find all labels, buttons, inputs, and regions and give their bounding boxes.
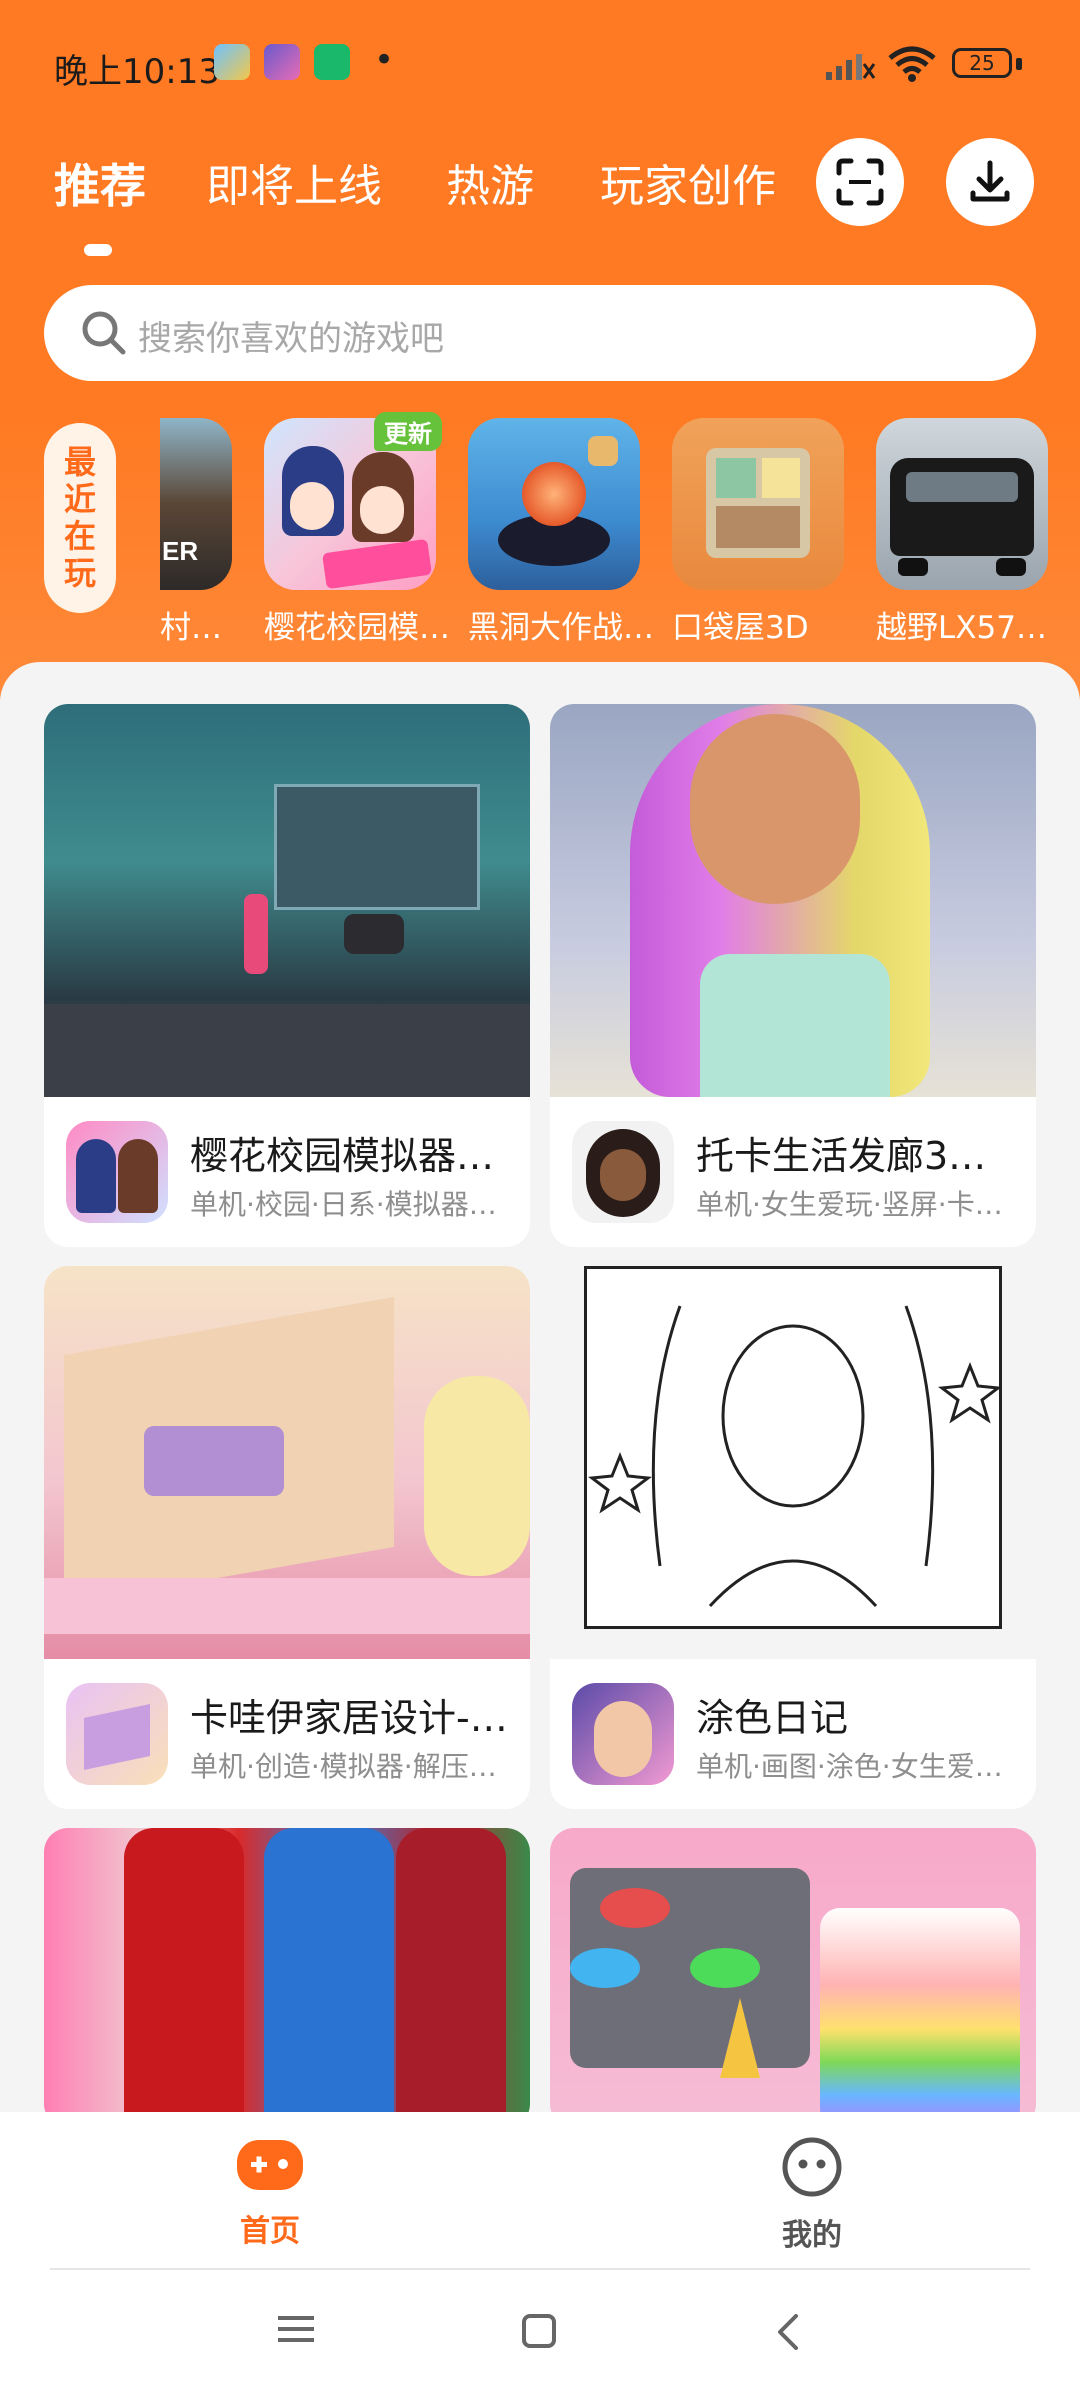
notification-app-icon	[214, 44, 250, 80]
game-card-image	[550, 704, 1036, 1097]
recent-game-thumb	[468, 418, 640, 590]
game-tags: 单机·女生爱玩·竖屏·卡…	[696, 1188, 1003, 1221]
header: 晚上10:13 • 25 推荐 即将上线 热游 玩家创作 搜索你喜欢的游戏吧 最…	[0, 0, 1080, 700]
game-card-image	[550, 1828, 1036, 2128]
recent-game-label: 樱花校园模…	[264, 610, 450, 646]
scan-button[interactable]	[816, 138, 904, 226]
shield-icon	[314, 44, 350, 80]
recently-played-tag: 最 近 在 玩	[44, 423, 116, 613]
game-icon	[572, 1121, 674, 1223]
search-placeholder: 搜索你喜欢的游戏吧	[138, 319, 444, 359]
game-card[interactable]: 托卡生活发廊3… 单机·女生爱玩·竖屏·卡…	[550, 704, 1036, 1247]
recent-game-item[interactable]: 黑洞大作战…	[468, 418, 654, 647]
active-tab-indicator	[84, 244, 112, 256]
game-card[interactable]	[550, 1828, 1036, 2128]
recent-game-item[interactable]: 更新 樱花校园模…	[264, 412, 450, 647]
battery-indicator: 25	[952, 48, 1012, 78]
recent-tag-char: 在	[63, 517, 96, 555]
nav-divider	[50, 2268, 1030, 2270]
recent-game-label: 口袋屋3D	[672, 610, 809, 646]
battery-nub	[1016, 58, 1022, 70]
game-tags: 单机·画图·涂色·女生爱…	[696, 1750, 1003, 1783]
game-card-info: 卡哇伊家居设计-… 单机·创造·模拟器·解压…	[44, 1659, 530, 1809]
system-navigation-bar	[0, 2272, 1080, 2400]
game-card[interactable]: 卡哇伊家居设计-… 单机·创造·模拟器·解压…	[44, 1266, 530, 1809]
download-icon	[970, 160, 1010, 202]
game-feed: 樱花校园模拟器… 单机·校园·日系·模拟器… 托卡生活发廊3… 单机·女生爱玩·…	[0, 662, 1080, 2128]
more-notifications-dot: •	[374, 40, 395, 80]
status-time: 晚上10:13	[54, 52, 220, 92]
game-card-image	[44, 1266, 530, 1659]
game-title: 樱花校园模拟器…	[190, 1134, 495, 1178]
recent-game-item[interactable]: 口袋屋3D	[672, 418, 844, 647]
game-card[interactable]: 涂色日记 单机·画图·涂色·女生爱…	[550, 1266, 1036, 1809]
scan-icon	[836, 158, 884, 206]
recent-game-label: 村工…	[160, 610, 232, 646]
recent-game-item[interactable]: 越野LX570…	[876, 418, 1066, 647]
wifi-icon	[888, 46, 936, 82]
recent-game-label: 黑洞大作战…	[468, 610, 654, 646]
recent-game-label: 越野LX570…	[876, 610, 1066, 646]
game-title: 涂色日记	[696, 1696, 849, 1740]
tab-player-creations[interactable]: 玩家创作	[600, 150, 776, 214]
game-card-info: 涂色日记 单机·画图·涂色·女生爱…	[550, 1659, 1036, 1809]
smiley-icon	[782, 2137, 842, 2197]
game-card-info: 托卡生活发廊3… 单机·女生爱玩·竖屏·卡…	[550, 1097, 1036, 1247]
nav-mine[interactable]: 我的	[742, 2136, 882, 2254]
search-icon	[82, 311, 126, 355]
back-icon[interactable]	[776, 2314, 800, 2350]
recent-game-thumb	[672, 418, 844, 590]
update-badge: 更新	[374, 412, 442, 451]
menu-icon[interactable]	[278, 2314, 314, 2344]
search-bar[interactable]: 搜索你喜欢的游戏吧	[44, 285, 1036, 381]
recent-tag-char: 近	[63, 480, 96, 518]
game-tags: 单机·校园·日系·模拟器…	[190, 1188, 497, 1221]
game-card-image	[44, 704, 530, 1097]
game-card-info: 樱花校园模拟器… 单机·校园·日系·模拟器…	[44, 1097, 530, 1247]
signal-icon	[826, 54, 876, 80]
game-icon	[572, 1683, 674, 1785]
game-title: 托卡生活发廊3…	[696, 1134, 987, 1178]
nav-home[interactable]: 首页	[200, 2136, 340, 2250]
top-tabs: 推荐 即将上线 热游 玩家创作	[0, 140, 1080, 220]
nav-mine-label: 我的	[782, 2218, 842, 2253]
game-title: 卡哇伊家居设计-…	[190, 1696, 508, 1740]
tab-coming-soon[interactable]: 即将上线	[206, 150, 382, 214]
recent-game-thumb	[876, 418, 1048, 590]
recent-game-thumb: ER	[160, 418, 232, 590]
gamepad-icon	[237, 2140, 303, 2190]
coloring-page-drawing	[588, 1305, 1002, 1608]
game-icon	[66, 1121, 168, 1223]
recent-tag-char: 最	[63, 443, 96, 481]
bottom-nav: 首页 我的	[0, 2112, 1080, 2272]
nav-home-label: 首页	[240, 2214, 300, 2249]
recent-game-item[interactable]: ER 村工…	[160, 418, 232, 647]
notification-app-icon	[264, 44, 300, 80]
status-bar: 晚上10:13 • 25	[0, 0, 1080, 130]
game-card-image	[550, 1266, 1036, 1659]
home-square-icon[interactable]	[522, 2314, 556, 2348]
tab-hot-games[interactable]: 热游	[446, 150, 534, 214]
download-button[interactable]	[946, 138, 1034, 226]
game-card[interactable]	[44, 1828, 530, 2128]
tab-recommended[interactable]: 推荐	[54, 150, 146, 216]
recent-tag-char: 玩	[63, 554, 96, 592]
game-card[interactable]: 樱花校园模拟器… 单机·校园·日系·模拟器…	[44, 704, 530, 1247]
game-card-image	[44, 1828, 530, 2128]
game-tags: 单机·创造·模拟器·解压…	[190, 1750, 497, 1783]
game-icon	[66, 1683, 168, 1785]
